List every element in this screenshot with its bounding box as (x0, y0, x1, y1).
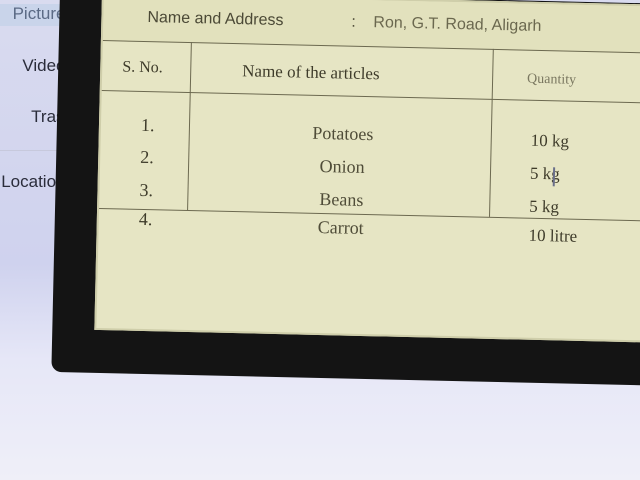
column-header-quantity: Quantity (526, 71, 577, 88)
address-value: Ron, G.T. Road, Aligarh (373, 14, 542, 35)
table-cell-quantity[interactable]: 5 kg (529, 197, 559, 218)
table-cell-sno[interactable]: 2. (140, 147, 154, 168)
address-label: Name and Address (147, 9, 284, 30)
address-separator: : (351, 13, 357, 31)
table-cell-sno[interactable]: 3. (139, 180, 153, 201)
column-header-name: Name of the articles (242, 61, 380, 84)
column-header-sno: S. No. (122, 58, 163, 77)
table-cell-quantity[interactable]: 10 kg (531, 131, 570, 152)
document-page: Name and Address : Ron, G.T. Road, Aliga… (94, 0, 640, 343)
text-cursor (552, 167, 556, 187)
table-cell-name[interactable]: Onion (192, 153, 492, 181)
table-cell-name[interactable]: Potatoes (193, 120, 493, 148)
table-cell-quantity[interactable]: 5 kg (530, 164, 560, 185)
table-cell-name[interactable]: Beans (191, 186, 491, 214)
table-header: S. No. Name of the articles Quantity (101, 40, 640, 104)
table-cell-name[interactable]: Carrot (191, 214, 491, 242)
table-cell-sno[interactable]: 1. (141, 115, 155, 136)
table-cell-quantity[interactable]: 10 litre (528, 226, 577, 247)
table-cell-sno[interactable]: 4. (139, 209, 153, 230)
